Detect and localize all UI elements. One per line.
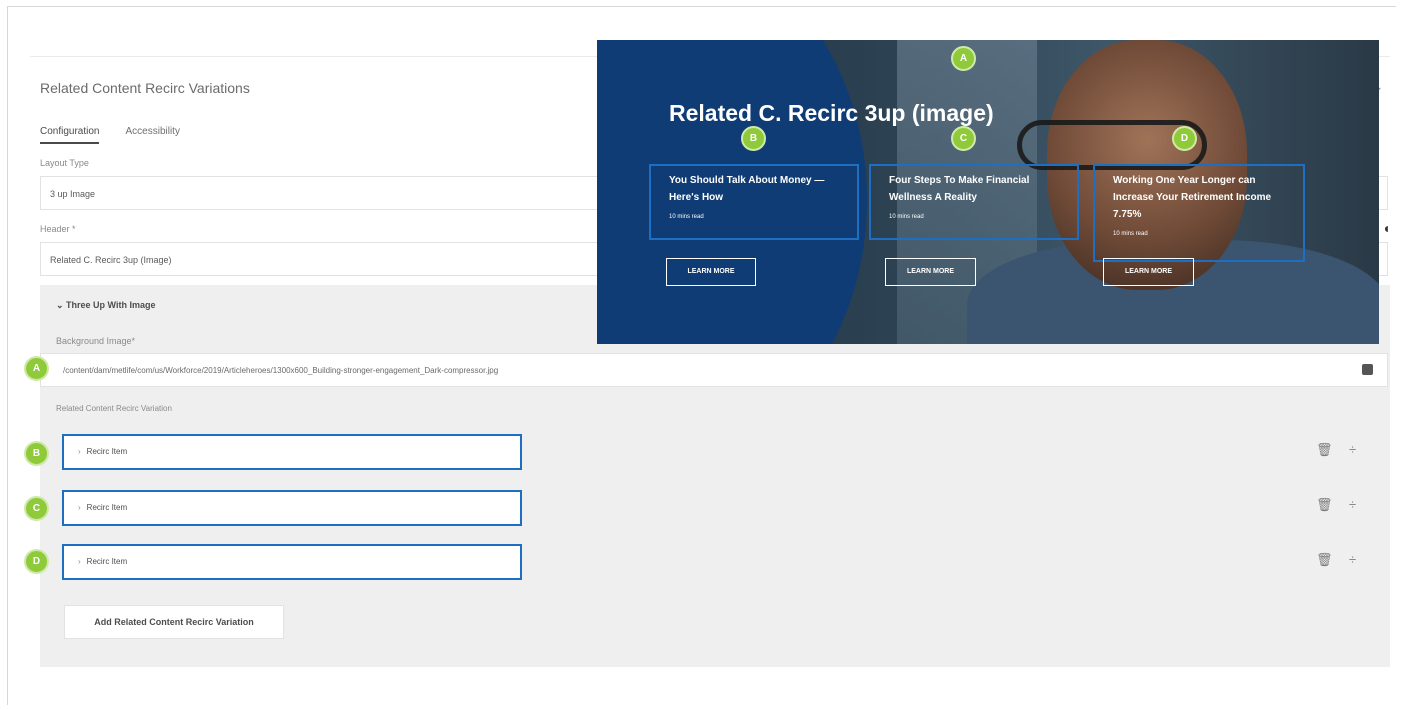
drag-handle-icon[interactable]: ÷ bbox=[1349, 442, 1356, 457]
info-icon[interactable]: ◖ bbox=[1382, 220, 1390, 236]
folder-icon[interactable] bbox=[1362, 364, 1373, 375]
recirc-item[interactable]: › Recirc Item bbox=[62, 490, 522, 526]
chevron-right-icon: › bbox=[78, 447, 81, 456]
annotation-marker-c: C bbox=[951, 126, 976, 151]
tab-accessibility[interactable]: Accessibility bbox=[125, 126, 179, 144]
learn-more-button[interactable]: LEARN MORE bbox=[1103, 258, 1194, 286]
annotation-marker-b: B bbox=[24, 441, 49, 466]
preview-title: Related C. Recirc 3up (image) bbox=[669, 100, 994, 126]
add-variation-button[interactable]: Add Related Content Recirc Variation bbox=[64, 605, 284, 639]
annotation-marker-a: A bbox=[951, 46, 976, 71]
layout-type-label: Layout Type bbox=[40, 158, 89, 168]
dialog-title: Related Content Recirc Variations bbox=[40, 80, 250, 96]
header-label: Header * bbox=[40, 224, 76, 234]
annotation-marker-b: B bbox=[741, 126, 766, 151]
card-meta: 10 mins read bbox=[889, 214, 924, 220]
preview-card: You Should Talk About Money — Here's How… bbox=[649, 164, 859, 240]
chevron-right-icon: › bbox=[78, 503, 81, 512]
tab-bar: Configuration Accessibility bbox=[40, 126, 180, 144]
background-image-path-input[interactable]: /content/dam/metlife/com/us/Workforce/20… bbox=[40, 353, 1388, 387]
learn-more-button[interactable]: LEARN MORE bbox=[885, 258, 976, 286]
tab-configuration[interactable]: Configuration bbox=[40, 126, 100, 144]
trash-icon[interactable]: 🗑 bbox=[1316, 442, 1333, 458]
card-meta: 10 mins read bbox=[1113, 231, 1148, 237]
card-meta: 10 mins read bbox=[669, 214, 704, 220]
recirc-item-label: Recirc Item bbox=[86, 503, 128, 512]
learn-more-button[interactable]: LEARN MORE bbox=[666, 258, 756, 286]
recirc-item-label: Recirc Item bbox=[86, 557, 128, 566]
recirc-item[interactable]: › Recirc Item bbox=[62, 544, 522, 580]
trash-icon[interactable]: 🗑 bbox=[1316, 552, 1333, 568]
card-title: Working One Year Longer can Increase You… bbox=[1113, 175, 1272, 220]
card-title: Four Steps To Make Financial Wellness A … bbox=[889, 175, 1030, 203]
card-title: You Should Talk About Money — Here's How bbox=[669, 175, 825, 203]
recirc-item-label: Recirc Item bbox=[86, 447, 128, 456]
variation-label: Related Content Recirc Variation bbox=[56, 404, 172, 413]
section-toggle[interactable]: ⌄ Three Up With Image bbox=[56, 300, 155, 311]
chevron-down-icon: ⌄ bbox=[56, 300, 67, 310]
preview-card: Four Steps To Make Financial Wellness A … bbox=[869, 164, 1079, 240]
section-title: Three Up With Image bbox=[66, 300, 156, 310]
trash-icon[interactable]: 🗑 bbox=[1316, 497, 1333, 513]
preview-card: Working One Year Longer can Increase You… bbox=[1093, 164, 1305, 262]
annotation-marker-d: D bbox=[1172, 126, 1197, 151]
chevron-right-icon: › bbox=[78, 557, 81, 566]
annotation-marker-c: C bbox=[24, 496, 49, 521]
annotation-marker-a: A bbox=[24, 356, 49, 381]
background-image-label: Background Image* bbox=[56, 336, 136, 346]
annotation-marker-d: D bbox=[24, 549, 49, 574]
drag-handle-icon[interactable]: ÷ bbox=[1349, 552, 1356, 567]
recirc-item[interactable]: › Recirc Item bbox=[62, 434, 522, 470]
preview-image: Related C. Recirc 3up (image) You Should… bbox=[597, 40, 1379, 344]
drag-handle-icon[interactable]: ÷ bbox=[1349, 497, 1356, 512]
